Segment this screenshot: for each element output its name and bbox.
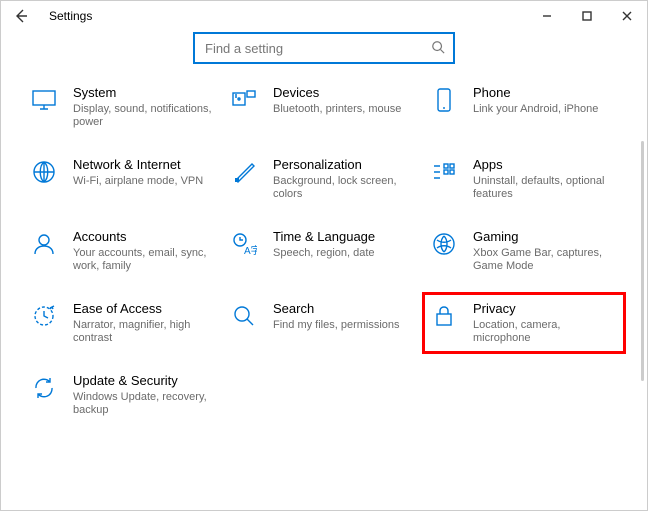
tile-label: Devices [273,85,401,101]
lock-icon [429,301,459,331]
tile-sub: Your accounts, email, sync, work, family [73,247,213,273]
tile-label: Search [273,301,400,317]
tile-accounts[interactable]: Accounts Your accounts, email, sync, work… [29,229,219,273]
close-icon [622,11,632,21]
tile-label: Ease of Access [73,301,213,317]
tile-sub: Uninstall, defaults, optional features [473,175,613,201]
person-icon [29,229,59,259]
tile-sub: Narrator, magnifier, high contrast [73,319,213,345]
scrollbar[interactable] [641,141,644,381]
tile-sub: Link your Android, iPhone [473,103,598,116]
maximize-button[interactable] [567,1,607,31]
system-icon [29,85,59,115]
categories-grid: System Display, sound, notifications, pow… [1,85,647,417]
tile-devices[interactable]: Devices Bluetooth, printers, mouse [229,85,419,129]
svg-text:A字: A字 [244,244,257,256]
back-button[interactable] [1,1,41,31]
tile-sub: Location, camera, microphone [473,319,613,345]
tile-apps[interactable]: Apps Uninstall, defaults, optional featur… [429,157,619,201]
close-button[interactable] [607,1,647,31]
tile-label: Privacy [473,301,613,317]
minimize-icon [542,11,552,21]
search-icon [431,40,445,57]
tile-sub: Display, sound, notifications, power [73,103,213,129]
ease-of-access-icon [29,301,59,331]
back-arrow-icon [13,8,29,24]
tile-sub: Xbox Game Bar, captures, Game Mode [473,247,613,273]
tile-sub: Find my files, permissions [273,319,400,332]
tile-gaming[interactable]: Gaming Xbox Game Bar, captures, Game Mode [429,229,619,273]
window-controls [527,1,647,31]
maximize-icon [582,11,592,21]
tile-ease-of-access[interactable]: Ease of Access Narrator, magnifier, high … [29,301,219,345]
tile-label: Apps [473,157,613,173]
phone-icon [429,85,459,115]
tile-phone[interactable]: Phone Link your Android, iPhone [429,85,619,129]
tile-personalization[interactable]: Personalization Background, lock screen, … [229,157,419,201]
gaming-icon [429,229,459,259]
tile-sub: Wi-Fi, airplane mode, VPN [73,175,203,188]
tile-time-language[interactable]: A字 Time & Language Speech, region, date [229,229,419,273]
tile-label: System [73,85,213,101]
tile-label: Gaming [473,229,613,245]
tile-label: Phone [473,85,598,101]
paint-icon [229,157,259,187]
titlebar: Settings [1,1,647,31]
tile-update-security[interactable]: Update & Security Windows Update, recover… [29,373,219,417]
minimize-button[interactable] [527,1,567,31]
tile-label: Update & Security [73,373,213,389]
search-cat-icon [229,301,259,331]
update-icon [29,373,59,403]
window-title: Settings [49,9,92,23]
search-input[interactable] [203,40,431,57]
tile-network[interactable]: Network & Internet Wi-Fi, airplane mode, … [29,157,219,201]
time-language-icon: A字 [229,229,259,259]
tile-sub: Bluetooth, printers, mouse [273,103,401,116]
tile-system[interactable]: System Display, sound, notifications, pow… [29,85,219,129]
tile-sub: Background, lock screen, colors [273,175,413,201]
tile-label: Time & Language [273,229,375,245]
tile-label: Network & Internet [73,157,203,173]
tile-sub: Speech, region, date [273,247,375,260]
tile-label: Accounts [73,229,213,245]
search-box[interactable] [194,33,454,63]
tile-privacy[interactable]: Privacy Location, camera, microphone [422,292,626,354]
settings-window: Settings System Display, sound, notificat… [0,0,648,511]
devices-icon [229,85,259,115]
tile-sub: Windows Update, recovery, backup [73,391,213,417]
search-container [1,33,647,63]
globe-icon [29,157,59,187]
apps-icon [429,157,459,187]
tile-label: Personalization [273,157,413,173]
tile-search[interactable]: Search Find my files, permissions [229,301,419,345]
